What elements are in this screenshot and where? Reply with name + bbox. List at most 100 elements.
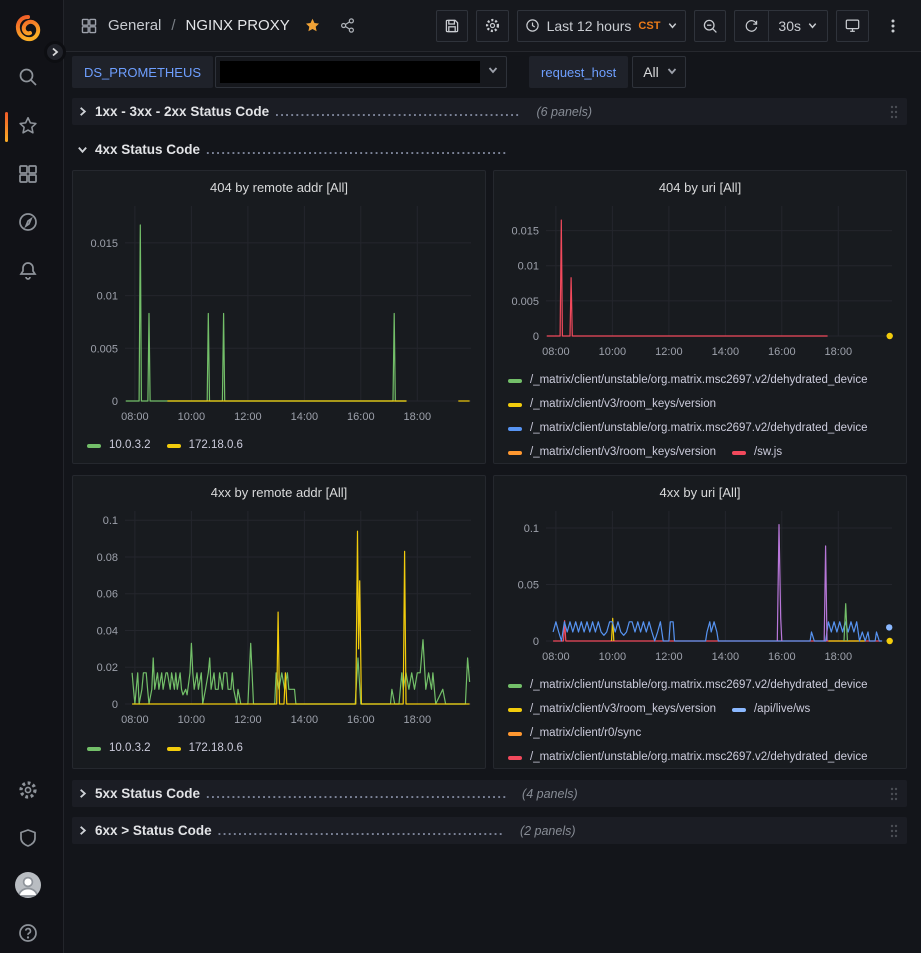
sidebar-expand-button[interactable] [44, 41, 66, 63]
refresh-picker: 30s [734, 10, 828, 42]
legend-item[interactable]: 172.18.0.6 [167, 740, 243, 757]
legend-label: /_matrix/client/unstable/org.matrix.msc2… [530, 372, 868, 389]
row-5xx[interactable]: 5xx Status Code ........................… [72, 780, 907, 807]
svg-text:08:00: 08:00 [542, 651, 570, 663]
svg-text:10:00: 10:00 [178, 714, 206, 726]
chart-plot: 00.0050.010.01508:0010:0012:0014:0016:00… [502, 201, 900, 364]
zoom-out-time-button[interactable] [694, 10, 726, 42]
svg-text:0: 0 [112, 396, 118, 408]
chevron-right-icon [77, 106, 88, 117]
server-admin-shield-icon[interactable] [15, 825, 41, 851]
row-panel-count: (6 panels) [536, 105, 592, 119]
svg-text:0.08: 0.08 [97, 552, 118, 564]
refresh-button[interactable] [735, 11, 769, 41]
svg-text:14:00: 14:00 [291, 714, 319, 726]
chevron-down-icon [807, 20, 818, 31]
legend-item[interactable]: /_matrix/client/unstable/org.matrix.msc2… [508, 420, 868, 437]
svg-text:0: 0 [533, 636, 539, 648]
drag-handle-icon[interactable] [889, 786, 899, 802]
drag-handle-icon[interactable] [889, 823, 899, 839]
panel-404-by-remote-addr-all: 404 by remote addr [All]00.0050.010.0150… [72, 170, 486, 464]
dashboard-settings-button[interactable] [476, 10, 509, 42]
chevron-down-icon [487, 63, 499, 81]
svg-text:12:00: 12:00 [655, 651, 683, 663]
gear-icon [484, 17, 501, 34]
svg-text:0.015: 0.015 [511, 226, 539, 238]
kebab-menu-icon [886, 18, 900, 34]
refresh-interval-dropdown[interactable]: 30s [769, 11, 827, 41]
legend-item[interactable]: /_matrix/client/unstable/org.matrix.msc2… [508, 677, 868, 694]
svg-text:0.01: 0.01 [518, 261, 539, 273]
share-icon[interactable] [339, 17, 356, 34]
time-range-label: Last 12 hours [547, 18, 632, 34]
more-options-kebab-button[interactable] [877, 10, 909, 42]
svg-text:0: 0 [112, 699, 118, 711]
svg-text:10:00: 10:00 [178, 411, 206, 423]
panel-title[interactable]: 404 by uri [All] [502, 177, 898, 201]
datasource-variable-select[interactable] [215, 56, 507, 88]
sidebar [0, 0, 64, 953]
legend-item[interactable]: 172.18.0.6 [167, 437, 243, 454]
row-panel-count: (2 panels) [520, 824, 576, 838]
legend-item[interactable]: 10.0.3.2 [87, 437, 151, 454]
time-range-picker[interactable]: Last 12 hours CST [517, 10, 687, 42]
search-icon[interactable] [15, 64, 41, 90]
legend-item[interactable]: /_matrix/client/v3/room_keys/version [508, 444, 716, 461]
legend-item[interactable]: /_matrix/client/unstable/org.matrix.msc2… [508, 749, 868, 766]
legend-label: /_matrix/client/unstable/org.matrix.msc2… [530, 749, 868, 766]
row-panel-count: (4 panels) [522, 787, 578, 801]
panel-title[interactable]: 404 by remote addr [All] [81, 177, 477, 201]
svg-text:0: 0 [533, 331, 539, 343]
drag-handle-icon[interactable] [889, 104, 899, 120]
row-dots: ........................................… [275, 104, 520, 119]
dashboard-title[interactable]: NGINX PROXY [186, 17, 290, 34]
dashboards-icon[interactable] [15, 161, 41, 187]
svg-text:16:00: 16:00 [768, 346, 796, 358]
panel-title[interactable]: 4xx by remote addr [All] [81, 482, 477, 506]
legend-item[interactable]: 10.0.3.2 [87, 740, 151, 757]
legend-label: /_matrix/client/unstable/org.matrix.msc2… [530, 677, 868, 694]
breadcrumb: General / NGINX PROXY [80, 17, 356, 35]
help-icon[interactable] [15, 920, 41, 946]
user-avatar[interactable] [15, 872, 41, 898]
row-4xx[interactable]: 4xx Status Code ........................… [72, 136, 907, 163]
svg-text:0.015: 0.015 [90, 238, 118, 250]
chart-plot: 00.0050.010.01508:0010:0012:0014:0016:00… [81, 201, 479, 429]
chevron-right-icon [77, 788, 88, 799]
panel-legend: /_matrix/client/unstable/org.matrix.msc2… [502, 674, 898, 766]
starred-dashboards-icon[interactable] [15, 113, 41, 139]
request-host-variable-select[interactable]: All [632, 56, 686, 88]
row-1xx-3xx-2xx[interactable]: 1xx - 3xx - 2xx Status Code ............… [72, 98, 907, 125]
row-6xx[interactable]: 6xx > Status Code ......................… [72, 817, 907, 844]
legend-swatch-icon [508, 684, 522, 688]
row-dots: ........................................… [206, 786, 506, 801]
panel-grid: 404 by remote addr [All]00.0050.010.0150… [72, 170, 907, 769]
favorite-star-icon[interactable] [304, 17, 321, 34]
panel-title[interactable]: 4xx by uri [All] [502, 482, 898, 506]
grafana-logo-icon[interactable] [13, 14, 43, 44]
legend-item[interactable]: /sw.js [732, 444, 782, 461]
monitor-icon [844, 17, 861, 34]
alerting-bell-icon[interactable] [15, 257, 41, 283]
legend-swatch-icon [87, 747, 101, 751]
svg-text:08:00: 08:00 [121, 411, 149, 423]
legend-swatch-icon [508, 451, 522, 455]
legend-swatch-icon [508, 379, 522, 383]
legend-item[interactable]: /api/live/ws [732, 701, 810, 718]
legend-label: /_matrix/client/unstable/org.matrix.msc2… [530, 420, 868, 437]
legend-item[interactable]: /_matrix/client/unstable/org.matrix.msc2… [508, 372, 868, 389]
legend-label: 172.18.0.6 [189, 740, 243, 757]
svg-text:12:00: 12:00 [234, 714, 262, 726]
save-dashboard-button[interactable] [436, 10, 468, 42]
legend-item[interactable]: /_matrix/client/r0/sync [508, 725, 641, 742]
breadcrumb-section[interactable]: General [108, 17, 161, 34]
row-title: 5xx Status Code [95, 786, 200, 801]
legend-item[interactable]: /_matrix/client/v3/room_keys/version [508, 396, 716, 413]
refresh-interval-value: 30s [778, 18, 801, 34]
configuration-gear-icon[interactable] [15, 777, 41, 803]
svg-text:0.01: 0.01 [97, 291, 118, 303]
legend-item[interactable]: /_matrix/client/v3/room_keys/version [508, 701, 716, 718]
apps-grid-icon [80, 17, 98, 35]
explore-compass-icon[interactable] [15, 209, 41, 235]
cycle-view-mode-button[interactable] [836, 10, 869, 42]
